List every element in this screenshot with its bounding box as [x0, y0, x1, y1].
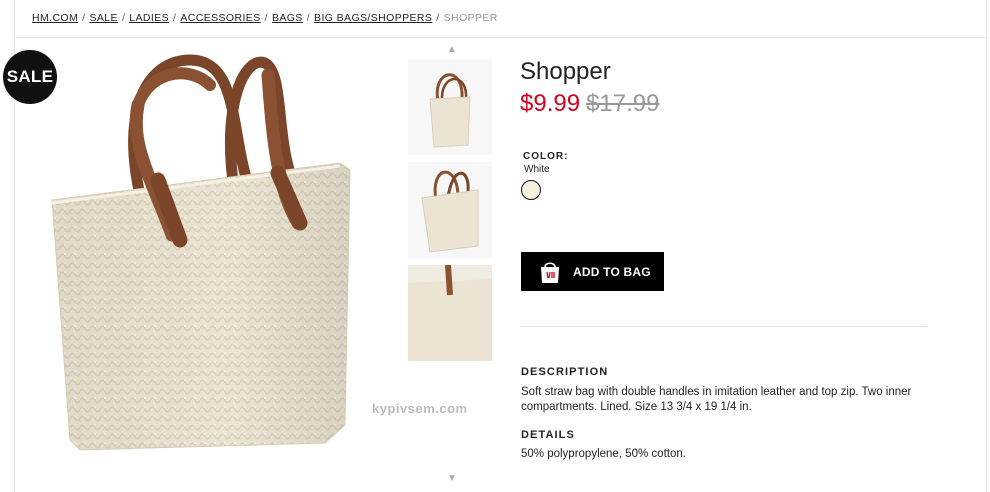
thumbnail-bag-detail [408, 265, 492, 361]
description-text: Soft straw bag with double handles in im… [521, 386, 912, 413]
breadcrumb-bags[interactable]: BAGS [272, 12, 303, 24]
chevron-down-icon[interactable]: ▼ [444, 473, 460, 484]
breadcrumb-separator: / [173, 12, 177, 24]
sale-price: $9.99 [520, 90, 581, 117]
breadcrumb-accessories[interactable]: ACCESSORIES [180, 12, 260, 24]
breadcrumb-separator: / [82, 12, 86, 24]
watermark: kypivsem.com [372, 401, 468, 416]
shopping-bag-icon [541, 261, 559, 283]
original-price: $17.99 [586, 90, 660, 117]
tote-bag-illustration [51, 54, 351, 451]
thumbnail-bag-front [408, 59, 492, 155]
thumbnail-bag-angle [408, 162, 492, 258]
color-swatch-white[interactable] [521, 180, 541, 200]
thumbnail-1[interactable] [408, 59, 492, 155]
page-border-right [986, 0, 987, 492]
main-product-image[interactable] [40, 45, 380, 475]
details-text: 50% polypropylene, 50% cotton. [521, 448, 686, 460]
breadcrumb-separator: / [306, 12, 311, 24]
breadcrumb-current: SHOPPER [443, 12, 498, 24]
header-divider [14, 37, 987, 38]
product-title: Shopper [520, 58, 611, 85]
details-heading: DETAILS [521, 429, 575, 441]
breadcrumb-separator: / [121, 12, 126, 24]
add-to-bag-label: ADD TO BAG [573, 264, 651, 279]
thumbnail-2[interactable] [408, 162, 492, 258]
breadcrumb-sale[interactable]: SALE [89, 12, 117, 24]
breadcrumb-separator: / [436, 12, 440, 24]
price-row: $9.99 $17.99 [520, 90, 659, 118]
color-value: White [524, 164, 550, 175]
breadcrumb-ladies[interactable]: LADIES [129, 12, 169, 24]
description-heading: DESCRIPTION [521, 366, 609, 378]
breadcrumb-hm-com[interactable]: HM.COM [32, 12, 78, 24]
breadcrumb: HM.COM / SALE / LADIES / ACCESSORIES / BAGS / BIG … [32, 12, 498, 24]
breadcrumb-big-bags-shoppers[interactable]: BIG BAGS/SHOPPERS [314, 12, 432, 24]
color-label: COLOR: [523, 151, 569, 162]
thumbnail-3[interactable] [408, 265, 492, 361]
breadcrumb-separator: / [264, 12, 268, 24]
add-to-bag-button[interactable]: ADD TO BAG [521, 252, 664, 291]
chevron-up-icon[interactable]: ▲ [444, 44, 460, 55]
section-divider [520, 326, 927, 327]
